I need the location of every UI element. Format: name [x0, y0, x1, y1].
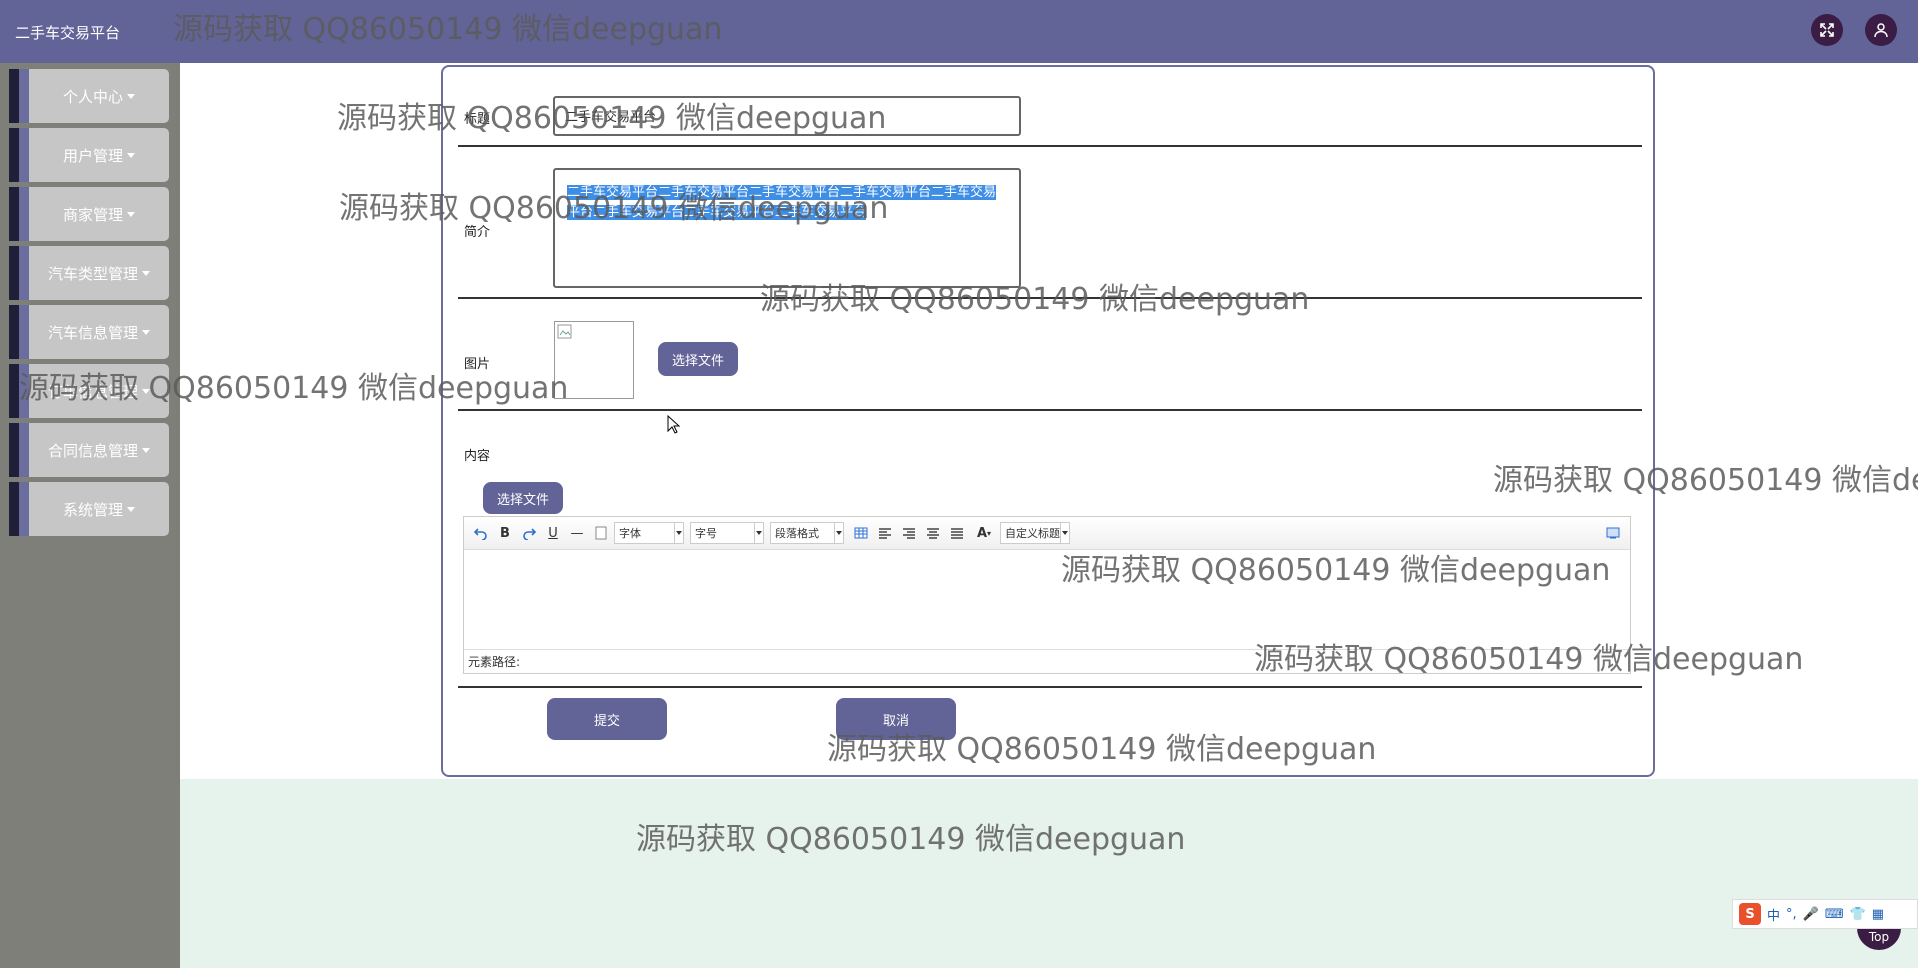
sidebar-item-car-info-management[interactable]: 汽车信息管理 [9, 305, 169, 359]
bold-icon[interactable]: B [494, 522, 516, 544]
back-to-top-label: Top [1868, 930, 1890, 944]
caret-down-icon [127, 93, 135, 99]
keyboard-icon[interactable]: ⌨ [1825, 907, 1844, 922]
watermark-text: 源码获取 QQ86050149 微信deepguan [19, 371, 569, 406]
divider [458, 145, 1642, 147]
choose-image-button-label: 选择文件 [671, 353, 724, 369]
watermark-text: 源码获取 QQ86050149 微信deepguan [337, 101, 887, 136]
watermark-text: 源码获取 QQ86050149 微信deepguan [1493, 463, 1918, 498]
punctuation-icon[interactable]: °, [1786, 907, 1797, 922]
sidebar-item-label: 汽车信息管理 [47, 323, 138, 342]
sidebar-item-merchant-management[interactable]: 商家管理 [9, 187, 169, 241]
table-icon[interactable] [850, 522, 872, 544]
undo-icon[interactable] [470, 522, 492, 544]
grid-menu-icon[interactable]: ▦ [1872, 907, 1884, 922]
choose-image-button[interactable]: 选择文件 [658, 342, 738, 376]
submit-button-label: 提交 [593, 713, 620, 729]
ime-toolbar[interactable]: S 中 °, 🎤 ⌨ 👕 ▦ [1732, 899, 1918, 929]
divider [458, 409, 1642, 411]
font-color-icon[interactable]: A ▾ [970, 522, 998, 544]
align-left-icon[interactable] [874, 522, 896, 544]
align-right-icon[interactable] [898, 522, 920, 544]
chevron-down-icon [754, 523, 763, 543]
sidebar-item-car-type-management[interactable]: 汽车类型管理 [9, 246, 169, 300]
sidebar-item-system-management[interactable]: 系统管理 [9, 482, 169, 536]
watermark-text: 源码获取 QQ86050149 微信deepguan [760, 282, 1310, 317]
divider [458, 686, 1642, 688]
watermark-text: 源码获取 QQ86050149 微信deepguan [636, 822, 1186, 857]
chevron-down-icon [674, 523, 683, 543]
sidebar-item-label: 汽车类型管理 [47, 264, 138, 283]
fullscreen-editor-icon[interactable] [1602, 522, 1624, 544]
watermark-text: 源码获取 QQ86050149 微信deepguan [173, 12, 723, 47]
sidebar-item-label: 用户管理 [62, 146, 123, 165]
paragraph-format-value: 段落格式 [775, 527, 819, 540]
caret-down-icon [127, 211, 135, 217]
microphone-icon[interactable]: 🎤 [1803, 907, 1819, 922]
skin-icon[interactable]: 👕 [1850, 907, 1866, 922]
font-family-value: 字体 [619, 527, 641, 540]
caret-down-icon [142, 447, 150, 453]
sidebar-item-user-management[interactable]: 用户管理 [9, 128, 169, 182]
sidebar-item-label: 商家管理 [62, 205, 123, 224]
app-title: 二手车交易平台 [15, 24, 121, 42]
align-center-icon[interactable] [922, 522, 944, 544]
user-avatar-icon[interactable] [1865, 14, 1897, 46]
watermark-text: 源码获取 QQ86050149 微信deepguan [1254, 642, 1804, 677]
submit-button[interactable]: 提交 [547, 698, 667, 740]
sidebar-item-personal-center[interactable]: 个人中心 [9, 69, 169, 123]
font-size-select[interactable]: 字号 [690, 522, 764, 544]
content-label: 内容 [464, 449, 491, 464]
element-path-label: 元素路径: [468, 655, 521, 669]
redo-icon[interactable] [518, 522, 540, 544]
content-choose-file-label: 选择文件 [496, 492, 549, 508]
caret-down-icon [127, 506, 135, 512]
underline-icon[interactable]: U [542, 522, 564, 544]
chevron-down-icon [1060, 523, 1069, 543]
font-family-select[interactable]: 字体 [614, 522, 684, 544]
content-choose-file-button[interactable]: 选择文件 [483, 482, 563, 514]
sidebar-item-label: 合同信息管理 [47, 441, 138, 460]
custom-title-select[interactable]: 自定义标题 [1000, 522, 1070, 544]
ime-mode-label: 中 [1767, 908, 1781, 924]
sidebar-item-label: 系统管理 [62, 500, 123, 519]
caret-down-icon [142, 270, 150, 276]
watermark-text: 源码获取 QQ86050149 微信deepguan [339, 191, 889, 226]
paste-plain-icon[interactable] [590, 522, 612, 544]
fullscreen-icon[interactable] [1811, 14, 1843, 46]
watermark-text: 源码获取 QQ86050149 微信deepguan [1061, 553, 1611, 588]
sidebar-item-contract-management[interactable]: 合同信息管理 [9, 423, 169, 477]
mouse-cursor-icon [667, 415, 681, 434]
sogou-logo-icon: S [1739, 903, 1761, 925]
paragraph-format-select[interactable]: 段落格式 [770, 522, 844, 544]
horizontal-rule-icon[interactable]: — [566, 522, 588, 544]
justify-icon[interactable] [946, 522, 968, 544]
sidebar-item-label: 个人中心 [62, 87, 123, 106]
caret-down-icon [142, 329, 150, 335]
sidebar: 个人中心 用户管理 商家管理 汽车类型管理 汽车信息管理 订单信息管理 合同信息… [0, 63, 180, 968]
custom-title-value: 自定义标题 [1005, 527, 1060, 540]
chevron-down-icon [834, 523, 843, 543]
watermark-text: 源码获取 QQ86050149 微信deepguan [827, 732, 1377, 767]
caret-down-icon [127, 152, 135, 158]
broken-image-icon [557, 324, 572, 339]
font-size-value: 字号 [695, 527, 717, 540]
